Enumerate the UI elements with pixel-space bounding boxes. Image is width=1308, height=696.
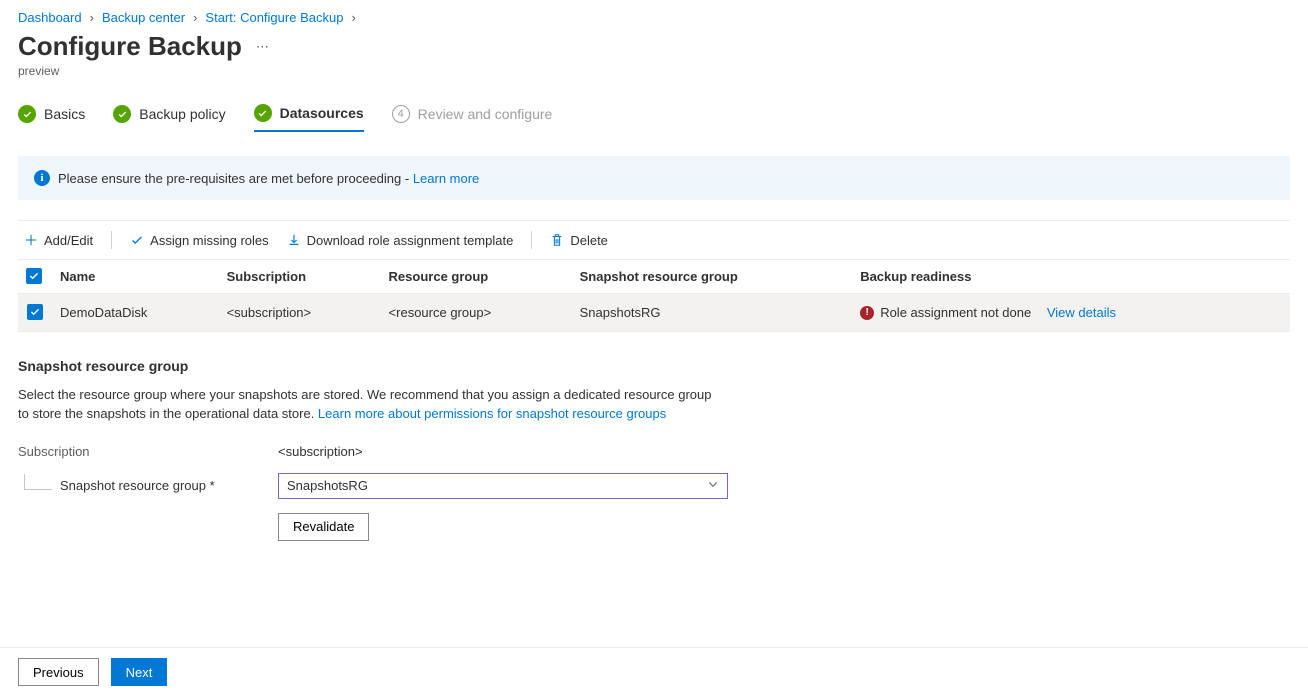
add-edit-button[interactable]: Add/Edit: [24, 233, 93, 248]
assign-roles-button[interactable]: Assign missing roles: [130, 233, 269, 248]
readiness-text: Role assignment not done: [880, 305, 1031, 320]
chevron-right-icon: ›: [90, 10, 94, 25]
assign-roles-label: Assign missing roles: [150, 233, 269, 248]
error-icon: !: [860, 306, 874, 320]
subscription-value: <subscription>: [278, 444, 728, 459]
datasources-table: Name Subscription Resource group Snapsho…: [18, 259, 1290, 332]
step-review[interactable]: 4 Review and configure: [392, 105, 553, 131]
cell-subscription: <subscription>: [219, 294, 381, 332]
step-label: Review and configure: [418, 106, 553, 122]
breadcrumb-backup-center[interactable]: Backup center: [102, 10, 185, 25]
col-readiness[interactable]: Backup readiness: [852, 260, 1290, 294]
checkmark-icon: [113, 105, 131, 123]
cell-resource-group: <resource group>: [381, 294, 572, 332]
table-toolbar: Add/Edit Assign missing roles Download r…: [18, 220, 1290, 259]
delete-label: Delete: [570, 233, 608, 248]
dropdown-value: SnapshotsRG: [287, 478, 368, 493]
step-backup-policy[interactable]: Backup policy: [113, 105, 225, 131]
wizard-footer: Previous Next: [0, 647, 1308, 696]
breadcrumb-start-configure-backup[interactable]: Start: Configure Backup: [205, 10, 343, 25]
col-subscription[interactable]: Subscription: [219, 260, 381, 294]
download-icon: [287, 233, 301, 247]
section-title: Snapshot resource group: [18, 358, 1290, 374]
checkbox-icon: [26, 268, 42, 284]
wizard-steps: Basics Backup policy Datasources 4 Revie…: [18, 104, 1290, 132]
header-checkbox[interactable]: [18, 260, 52, 294]
info-banner: i Please ensure the pre-requisites are m…: [18, 156, 1290, 200]
col-snapshot-rg[interactable]: Snapshot resource group: [572, 260, 853, 294]
banner-learn-more-link[interactable]: Learn more: [413, 171, 479, 186]
col-resource-group[interactable]: Resource group: [381, 260, 572, 294]
chevron-right-icon: ›: [193, 10, 197, 25]
snapshot-rg-label: Snapshot resource group *: [60, 478, 215, 493]
page-title: Configure Backup: [18, 31, 242, 62]
step-number-icon: 4: [392, 105, 410, 123]
snapshot-rg-dropdown[interactable]: SnapshotsRG: [278, 473, 728, 499]
step-label: Basics: [44, 106, 85, 122]
banner-text: Please ensure the pre-requisites are met…: [58, 171, 413, 186]
add-edit-label: Add/Edit: [44, 233, 93, 248]
download-template-label: Download role assignment template: [307, 233, 514, 248]
chevron-right-icon: ›: [351, 10, 355, 25]
checkmark-icon: [130, 233, 144, 247]
table-row[interactable]: DemoDataDisk <subscription> <resource gr…: [18, 294, 1290, 332]
chevron-down-icon: [707, 478, 719, 493]
checkmark-icon: [254, 104, 272, 122]
step-label: Backup policy: [139, 106, 225, 122]
trash-icon: [550, 233, 564, 247]
separator: [111, 231, 112, 249]
plus-icon: [24, 233, 38, 247]
breadcrumb-dashboard[interactable]: Dashboard: [18, 10, 82, 25]
col-name[interactable]: Name: [52, 260, 219, 294]
cell-name: DemoDataDisk: [52, 294, 219, 332]
learn-more-permissions-link[interactable]: Learn more about permissions for snapsho…: [318, 406, 666, 421]
next-button[interactable]: Next: [111, 658, 168, 686]
previous-button[interactable]: Previous: [18, 658, 99, 686]
download-template-button[interactable]: Download role assignment template: [287, 233, 514, 248]
page-subtitle: preview: [18, 64, 1290, 78]
more-icon[interactable]: ⋯: [256, 39, 271, 55]
checkmark-icon: [18, 105, 36, 123]
separator: [531, 231, 532, 249]
cell-snapshot-rg: SnapshotsRG: [572, 294, 853, 332]
info-icon: i: [34, 170, 50, 186]
delete-button[interactable]: Delete: [550, 233, 608, 248]
step-datasources[interactable]: Datasources: [254, 104, 364, 132]
tree-line-icon: [24, 474, 52, 490]
section-description: Select the resource group where your sna…: [18, 386, 718, 424]
step-label: Datasources: [280, 105, 364, 121]
subscription-label: Subscription: [18, 444, 268, 459]
revalidate-button[interactable]: Revalidate: [278, 513, 369, 541]
step-basics[interactable]: Basics: [18, 105, 85, 131]
breadcrumb: Dashboard › Backup center › Start: Confi…: [18, 0, 1290, 31]
row-checkbox[interactable]: [27, 304, 43, 320]
view-details-link[interactable]: View details: [1047, 305, 1116, 320]
